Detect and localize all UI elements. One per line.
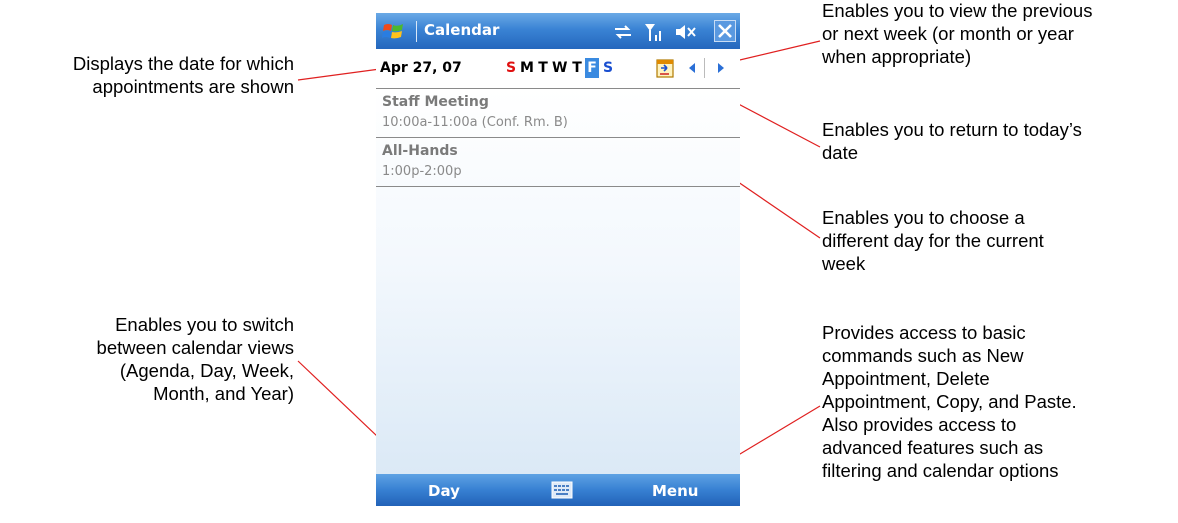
- callout-today: Enables you to return to today’s date: [822, 119, 1082, 163]
- previous-arrow-icon[interactable]: [686, 61, 698, 75]
- title-separator: [416, 21, 417, 42]
- close-button[interactable]: [714, 20, 736, 42]
- date-bar: Apr 27, 07 S M T W T F S: [376, 49, 740, 89]
- keyboard-icon[interactable]: [551, 481, 573, 499]
- appointment-time: 10:00a-11:00a (Conf. Rm. B): [382, 115, 568, 130]
- weekday-sunday[interactable]: S: [504, 60, 518, 76]
- sync-arrows-icon[interactable]: [612, 21, 634, 43]
- title-bar: Calendar: [376, 13, 740, 49]
- callout-views: Enables you to switch between calendar v…: [96, 314, 294, 404]
- windows-flag-icon[interactable]: [382, 20, 406, 44]
- softkey-bar: Day Menu: [376, 474, 740, 506]
- today-icon[interactable]: [654, 57, 676, 79]
- weekday-thursday[interactable]: T: [570, 60, 584, 76]
- weekday-tuesday[interactable]: T: [536, 60, 550, 76]
- signal-icon[interactable]: [643, 21, 665, 43]
- speaker-mute-icon[interactable]: [674, 21, 698, 43]
- agenda-list: Staff Meeting 10:00a-11:00a (Conf. Rm. B…: [376, 89, 740, 474]
- callout-menu: Provides access to basic commands such a…: [822, 322, 1077, 481]
- leader-prev-next: [726, 40, 821, 64]
- date-label: Apr 27, 07: [380, 60, 462, 76]
- pocket-pc-screen: Calendar Apr 27, 07 S M T W T F S Staff …: [376, 13, 740, 506]
- appointment-time: 1:00p-2:00p: [382, 164, 462, 179]
- callout-prev-next: Enables you to view the previous or next…: [822, 0, 1093, 67]
- nav-separator: [704, 58, 705, 78]
- weekday-wednesday[interactable]: W: [552, 60, 567, 76]
- close-icon: [718, 24, 732, 38]
- callout-day: Enables you to choose a different day fo…: [822, 207, 1044, 274]
- callout-date: Displays the date for which appointments…: [72, 53, 294, 97]
- list-item[interactable]: All-Hands 1:00p-2:00p: [376, 138, 740, 187]
- list-item[interactable]: Staff Meeting 10:00a-11:00a (Conf. Rm. B…: [376, 89, 740, 138]
- day-softkey[interactable]: Day: [428, 482, 460, 500]
- leader-date: [297, 68, 381, 81]
- menu-softkey[interactable]: Menu: [652, 482, 698, 500]
- weekday-saturday[interactable]: S: [601, 60, 615, 76]
- appointment-title: All-Hands: [382, 143, 458, 159]
- next-arrow-icon[interactable]: [715, 61, 727, 75]
- weekday-monday[interactable]: M: [520, 60, 534, 76]
- appointment-title: Staff Meeting: [382, 94, 489, 110]
- weekday-friday-selected[interactable]: F: [585, 58, 599, 78]
- app-title: Calendar: [424, 21, 500, 39]
